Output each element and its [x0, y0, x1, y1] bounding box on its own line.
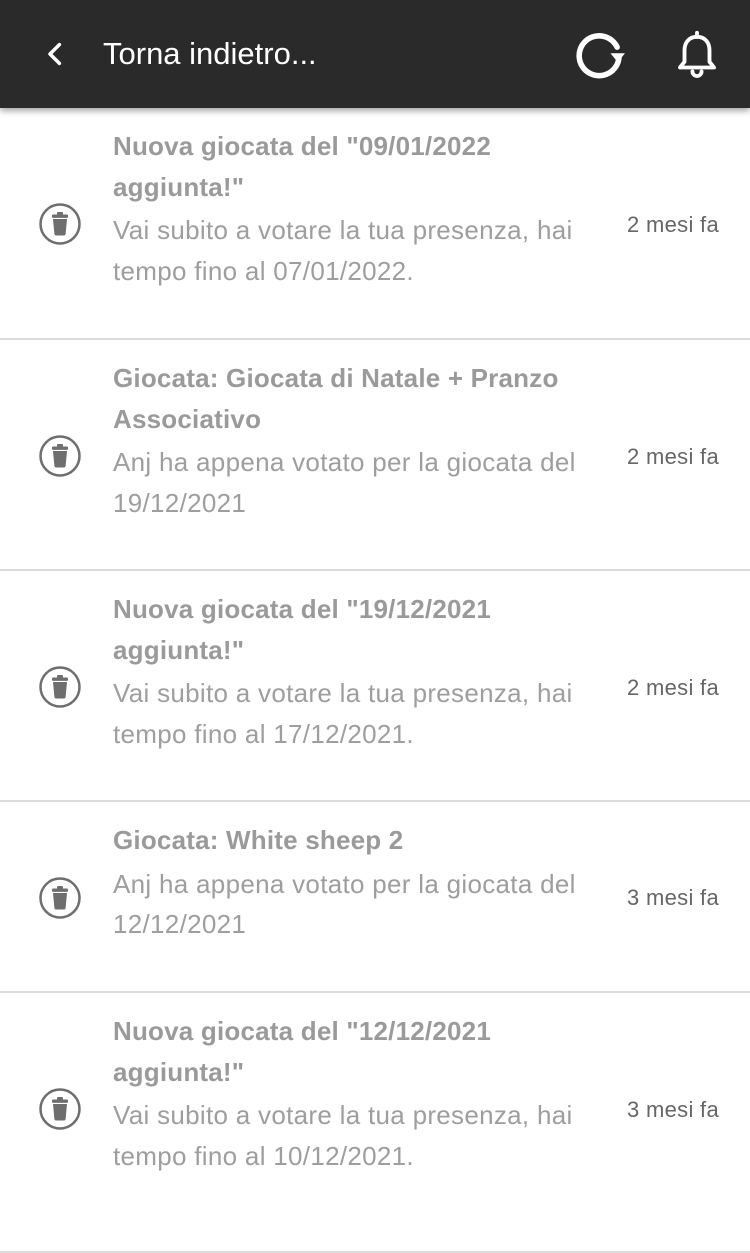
- notification-time: 3 mesi fa: [627, 1097, 719, 1122]
- delete-button[interactable]: [38, 434, 82, 478]
- notification-title: Giocata: Giocata di Natale + Pranzo Asso…: [113, 363, 559, 434]
- refresh-button[interactable]: [566, 22, 632, 88]
- delete-button[interactable]: [38, 202, 82, 246]
- chevron-left-icon: [48, 42, 62, 66]
- list-item[interactable]: Nuova giocata del "09/01/2022 aggiunta!"…: [0, 108, 750, 340]
- list-item[interactable]: Nuova giocata del "12/12/2021 aggiunta!"…: [0, 993, 750, 1253]
- notification-body: Anj ha appena votato per la giocata del …: [113, 447, 576, 518]
- notifications-button[interactable]: [664, 22, 730, 88]
- notification-title: Giocata: White sheep 2: [113, 825, 404, 855]
- back-button[interactable]: [30, 26, 80, 82]
- notification-content: Nuova giocata del "09/01/2022 aggiunta!"…: [113, 126, 593, 291]
- notification-body: Vai subito a votare la tua presenza, hai…: [113, 678, 573, 749]
- notification-title: Nuova giocata del "19/12/2021 aggiunta!": [113, 594, 491, 665]
- notification-content: Nuova giocata del "19/12/2021 aggiunta!"…: [113, 589, 593, 754]
- delete-button[interactable]: [38, 665, 82, 709]
- refresh-icon: [576, 33, 625, 79]
- list-item[interactable]: Giocata: Giocata di Natale + Pranzo Asso…: [0, 340, 750, 571]
- delete-button[interactable]: [38, 1087, 82, 1131]
- bell-icon: [678, 30, 716, 78]
- notification-time: 2 mesi fa: [627, 675, 719, 700]
- notification-body: Anj ha appena votato per la giocata del …: [113, 868, 576, 940]
- app-bar: Torna indietro...: [0, 0, 750, 108]
- notification-content: Nuova giocata del "12/12/2021 aggiunta!"…: [113, 1011, 593, 1176]
- notification-time: 2 mesi fa: [627, 212, 719, 237]
- trash-icon: [39, 1088, 81, 1130]
- notification-body: Vai subito a votare la tua presenza, hai…: [113, 1100, 573, 1171]
- list-item[interactable]: Giocata: White sheep 2 Anj ha appena vot…: [0, 802, 750, 993]
- trash-icon: [39, 203, 81, 245]
- trash-icon: [39, 877, 81, 919]
- delete-button[interactable]: [38, 876, 82, 920]
- trash-icon: [39, 666, 81, 708]
- notification-content: Giocata: Giocata di Natale + Pranzo Asso…: [113, 358, 593, 523]
- page-title[interactable]: Torna indietro...: [103, 0, 317, 108]
- notification-title: Nuova giocata del "12/12/2021 aggiunta!": [113, 1016, 491, 1087]
- trash-icon: [39, 435, 81, 477]
- notification-title: Nuova giocata del "09/01/2022 aggiunta!": [113, 131, 491, 202]
- list-item[interactable]: Nuova giocata del "19/12/2021 aggiunta!"…: [0, 571, 750, 802]
- notification-time: 3 mesi fa: [627, 885, 719, 910]
- notification-list: Nuova giocata del "09/01/2022 aggiunta!"…: [0, 108, 750, 1253]
- notification-body: Vai subito a votare la tua presenza, hai…: [113, 215, 573, 286]
- notification-content: Giocata: White sheep 2 Anj ha appena vot…: [113, 820, 593, 945]
- notification-time: 2 mesi fa: [627, 444, 719, 469]
